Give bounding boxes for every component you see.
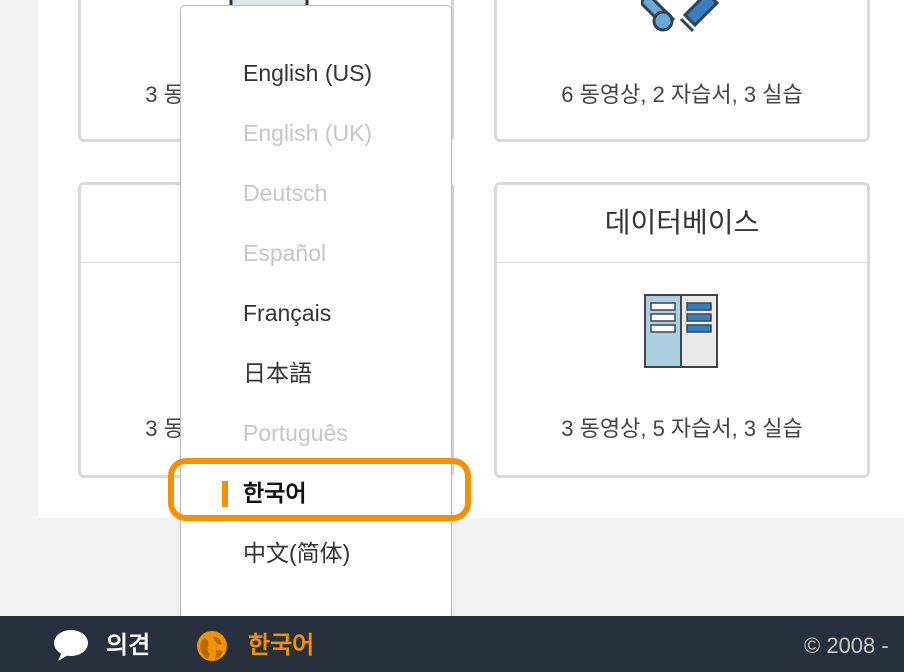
lang-option-francais[interactable]: Français bbox=[181, 283, 451, 343]
lang-option-label: Français bbox=[243, 300, 332, 326]
lang-option-deutsch: Deutsch bbox=[181, 163, 451, 223]
footer: 의견 한국어 © 2008 - bbox=[0, 616, 904, 672]
card-meta: 3 동영상, 5 자습서, 3 실습 bbox=[561, 416, 803, 441]
lang-option-label: Português bbox=[243, 420, 348, 446]
copyright-text: © 2008 - bbox=[804, 633, 889, 658]
lang-option-espanol: Español bbox=[181, 223, 451, 283]
card-title: 데이터베이스 bbox=[497, 185, 867, 263]
lang-option-label: Deutsch bbox=[243, 180, 328, 206]
language-selector[interactable]: 한국어 bbox=[248, 616, 314, 672]
feedback-link[interactable]: 의견 bbox=[106, 616, 150, 672]
wrench-icon bbox=[639, 0, 721, 41]
globe-icon[interactable] bbox=[196, 630, 228, 662]
card-meta: 6 동영상, 2 자습서, 3 실습 bbox=[561, 82, 803, 107]
lang-option-label: 中文(简体) bbox=[243, 540, 351, 566]
lang-option-chinese-simplified[interactable]: 中文(简体) bbox=[181, 523, 451, 583]
course-card-database[interactable]: 데이터베이스 3 동영상, 5 자습서, 3 실습 bbox=[494, 182, 870, 478]
course-card-2[interactable]: 6 동영상, 2 자습서, 3 실습 bbox=[494, 0, 870, 142]
lang-option-label: 日本語 bbox=[243, 360, 312, 386]
lang-option-english-uk: English (UK) bbox=[181, 103, 451, 163]
lang-option-portugues: Português bbox=[181, 403, 451, 463]
speech-bubble-icon bbox=[52, 628, 90, 662]
highlight-ring bbox=[168, 458, 471, 521]
lang-option-label: Español bbox=[243, 240, 327, 266]
lang-option-label: English (UK) bbox=[243, 120, 373, 146]
lang-option-english-us[interactable]: English (US) bbox=[181, 43, 451, 103]
server-rack-icon bbox=[641, 291, 721, 371]
lang-option-label: English (US) bbox=[243, 60, 373, 86]
language-dropdown: English (US) English (UK) Deutsch Españo… bbox=[180, 5, 452, 625]
lang-option-japanese[interactable]: 日本語 bbox=[181, 343, 451, 403]
